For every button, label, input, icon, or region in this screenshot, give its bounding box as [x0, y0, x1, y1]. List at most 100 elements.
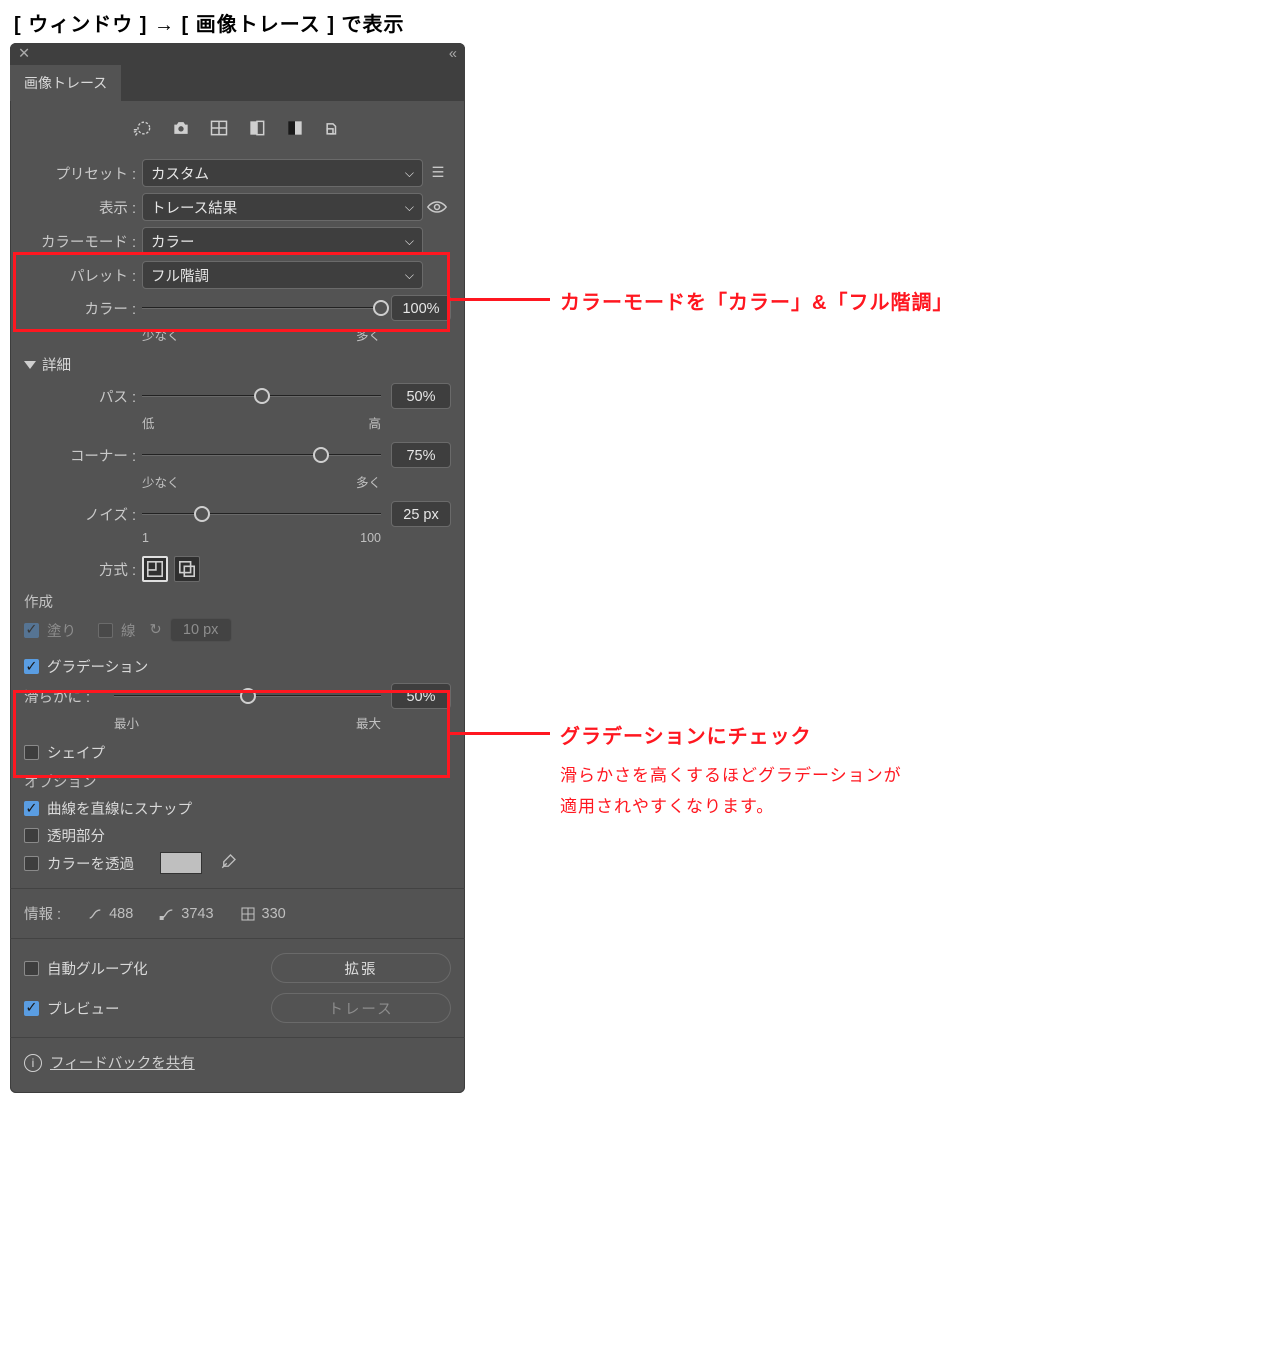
paths-max: 高 — [368, 413, 381, 432]
paths-label: パス : — [24, 386, 142, 407]
eyedropper-icon[interactable] — [220, 852, 238, 874]
gradient-checkbox[interactable]: ✓ — [24, 659, 39, 674]
expand-button[interactable]: 拡張 — [271, 953, 451, 983]
auto-group-label: 自動グループ化 — [47, 958, 148, 979]
noise-max: 100 — [360, 531, 381, 545]
preset-menu-icon[interactable]: ☰ — [423, 165, 451, 181]
fill-checkbox: ✓ — [24, 623, 39, 638]
view-value: トレース結果 — [151, 197, 237, 218]
corners-slider[interactable] — [142, 454, 381, 456]
callout-text-2: グラデーションにチェック — [560, 720, 902, 749]
snap-checkbox[interactable]: ✓ — [24, 801, 39, 816]
tab-bar: 画像トレース — [10, 65, 465, 101]
details-disclose[interactable]: 詳細 — [24, 354, 451, 375]
smooth-min: 最小 — [114, 713, 139, 732]
eye-icon[interactable] — [423, 200, 451, 214]
method-label: 方式 : — [24, 559, 142, 580]
panel-titlebar: ✕ « — [10, 43, 465, 65]
view-label: 表示 : — [24, 197, 142, 218]
auto-trace-icon[interactable] — [130, 117, 156, 139]
smooth-max: 最大 — [356, 713, 381, 732]
color-slider-max: 多く — [356, 325, 381, 344]
close-icon[interactable]: ✕ — [18, 46, 30, 62]
noise-label: ノイズ : — [24, 504, 142, 525]
color-slider-label: カラー : — [24, 298, 142, 319]
create-section-label: 作成 — [24, 591, 451, 612]
feedback-link[interactable]: フィードバックを共有 — [50, 1052, 195, 1073]
chevron-down-icon: ⌵ — [405, 200, 414, 215]
grayscale-icon[interactable] — [244, 117, 270, 139]
method-abutting-button[interactable] — [142, 556, 168, 582]
camera-icon[interactable] — [168, 117, 194, 139]
fill-label: 塗り — [47, 620, 76, 641]
info-paths: 488 — [87, 906, 133, 922]
stroke-label: 線 — [121, 620, 136, 641]
chevron-down-icon: ⌵ — [405, 234, 414, 249]
preset-value: カスタム — [151, 163, 209, 184]
tab-image-trace[interactable]: 画像トレース — [10, 65, 121, 101]
palette-label: パレット : — [24, 265, 142, 286]
info-icon: i — [24, 1054, 42, 1072]
snap-label: 曲線を直線にスナップ — [47, 798, 192, 819]
preset-select[interactable]: カスタム ⌵ — [142, 159, 423, 187]
shape-label: シェイプ — [47, 742, 105, 763]
outline-icon[interactable] — [320, 117, 346, 139]
noise-slider[interactable] — [142, 513, 381, 515]
noise-min: 1 — [142, 531, 149, 545]
color-through-checkbox[interactable] — [24, 856, 39, 871]
stroke-width-value: 10 px — [170, 618, 232, 642]
stroke-link-icon: ↻ — [150, 622, 162, 638]
page-title: [ ウィンドウ ] → [ 画像トレース ] で表示 — [14, 8, 1270, 37]
corners-label: コーナー : — [24, 445, 142, 466]
color-swatch[interactable] — [160, 852, 202, 874]
callout-color-mode: カラーモードを「カラー」&「フル階調」 — [450, 286, 953, 315]
noise-value[interactable]: 25 px — [391, 501, 451, 527]
color-slider-min: 少なく — [142, 325, 180, 344]
color-through-label: カラーを透過 — [47, 853, 134, 874]
transparent-checkbox[interactable] — [24, 828, 39, 843]
preview-label: プレビュー — [47, 998, 120, 1019]
color-mode-label: カラーモード : — [24, 231, 142, 252]
smooth-slider[interactable] — [114, 695, 381, 697]
info-colors: 330 — [240, 906, 286, 922]
method-overlapping-button[interactable] — [174, 556, 200, 582]
palette-select[interactable]: フル階調 ⌵ — [142, 261, 423, 289]
corners-min: 少なく — [142, 472, 180, 491]
preset-label: プリセット : — [24, 163, 142, 184]
paths-slider[interactable] — [142, 395, 381, 397]
corners-max: 多く — [356, 472, 381, 491]
paths-min: 低 — [142, 413, 155, 432]
corners-value[interactable]: 75% — [391, 442, 451, 468]
view-select[interactable]: トレース結果 ⌵ — [142, 193, 423, 221]
color-slider[interactable] — [142, 307, 381, 309]
callout-gradient: グラデーションにチェック 滑らかさを高くするほどグラデーションが 適用されやすく… — [450, 720, 902, 822]
callout-sub-2: 滑らかさを高くするほどグラデーションが 適用されやすくなります。 — [560, 761, 902, 822]
shape-checkbox[interactable] — [24, 745, 39, 760]
info-label: 情報 : — [24, 903, 61, 924]
info-anchors: 3743 — [159, 906, 213, 922]
trace-button: トレース — [271, 993, 451, 1023]
callout-text-1: カラーモードを「カラー」&「フル階調」 — [560, 286, 953, 315]
image-trace-panel: ✕ « 画像トレース プリセット : カスタム ⌵ — [10, 43, 465, 1093]
transparent-label: 透明部分 — [47, 825, 105, 846]
preview-checkbox[interactable]: ✓ — [24, 1001, 39, 1016]
chevron-down-icon: ⌵ — [405, 166, 414, 181]
chevron-down-icon: ⌵ — [405, 268, 414, 283]
color6-icon[interactable] — [206, 117, 232, 139]
stroke-checkbox — [98, 623, 113, 638]
options-section-label: オプション — [24, 771, 451, 792]
gradient-label: グラデーション — [47, 656, 148, 677]
smooth-value[interactable]: 50% — [391, 683, 451, 709]
color-mode-value: カラー — [151, 231, 195, 252]
preset-icon-row — [24, 117, 451, 139]
color-slider-value[interactable]: 100% — [391, 295, 451, 321]
auto-group-checkbox[interactable] — [24, 961, 39, 976]
smooth-label: 滑らかに : — [24, 686, 114, 707]
collapse-icon[interactable]: « — [449, 46, 457, 62]
color-mode-select[interactable]: カラー ⌵ — [142, 227, 423, 255]
palette-value: フル階調 — [151, 265, 209, 286]
details-label: 詳細 — [42, 354, 71, 375]
triangle-down-icon — [24, 361, 36, 369]
paths-value[interactable]: 50% — [391, 383, 451, 409]
bw-icon[interactable] — [282, 117, 308, 139]
